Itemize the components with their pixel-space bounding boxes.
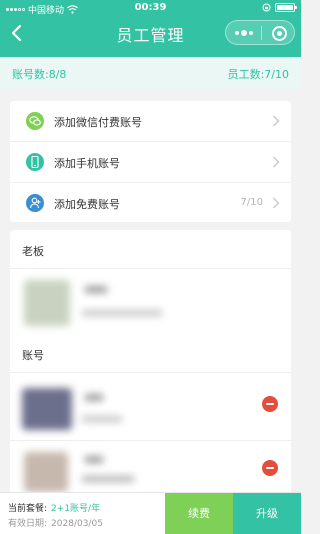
phone-icon <box>26 153 44 171</box>
lock-rotation-icon <box>262 3 271 12</box>
add-option-label: 添加手机账号 <box>54 157 120 170</box>
remove-account-button[interactable] <box>262 460 278 476</box>
plan-label: 当前套餐: <box>8 504 48 514</box>
renew-button[interactable]: 续费 <box>165 493 233 534</box>
wechat-icon <box>26 112 44 130</box>
plan-footer: 当前套餐: 2+1账号/年 有效日期: 2028/03/05 续费 升级 <box>0 492 301 534</box>
close-miniapp-icon[interactable] <box>272 26 287 41</box>
chevron-right-icon <box>273 197 280 209</box>
user-icon <box>26 194 44 212</box>
chevron-right-icon <box>273 115 280 127</box>
avatar <box>24 280 70 326</box>
current-plan: 当前套餐: 2+1账号/年 <box>8 501 100 514</box>
status-bar: 中国移动 00:39 <box>0 0 301 18</box>
add-wechat-paid-account[interactable]: 添加微信付费账号 <box>10 101 291 141</box>
account-count: 账号数:8/8 <box>12 68 67 81</box>
add-account-card: 添加微信付费账号 添加手机账号 添加免费账号 7/10 <box>10 101 291 222</box>
upgrade-button[interactable]: 升级 <box>233 493 301 534</box>
add-option-label: 添加免费账号 <box>54 198 120 211</box>
expire-value: 2028/03/05 <box>51 519 103 529</box>
plan-value: 2+1账号/年 <box>51 504 101 514</box>
add-phone-account[interactable]: 添加手机账号 <box>10 141 291 181</box>
expire-date: 有效日期: 2028/03/05 <box>8 516 103 529</box>
more-icon[interactable] <box>235 30 253 36</box>
status-time: 00:39 <box>134 2 167 13</box>
avatar <box>22 388 72 430</box>
stats-bar: 账号数:8/8 员工数:7/10 <box>0 57 301 89</box>
employee-count: 员工数:7/10 <box>227 68 289 81</box>
miniapp-capsule <box>225 20 295 45</box>
free-account-count: 7/10 <box>240 197 263 208</box>
member-list: 老板 账号 <box>10 230 291 492</box>
remove-account-button[interactable] <box>262 396 278 412</box>
boss-section-title: 老板 <box>22 245 44 258</box>
battery-icon <box>275 3 297 12</box>
avatar <box>24 452 68 492</box>
add-option-label: 添加微信付费账号 <box>54 116 142 129</box>
expire-label: 有效日期: <box>8 519 48 529</box>
add-free-account[interactable]: 添加免费账号 7/10 <box>10 182 291 222</box>
nav-header: 中国移动 00:39 员工管理 <box>0 0 301 57</box>
accounts-section-title: 账号 <box>22 349 44 362</box>
chevron-right-icon <box>273 156 280 168</box>
